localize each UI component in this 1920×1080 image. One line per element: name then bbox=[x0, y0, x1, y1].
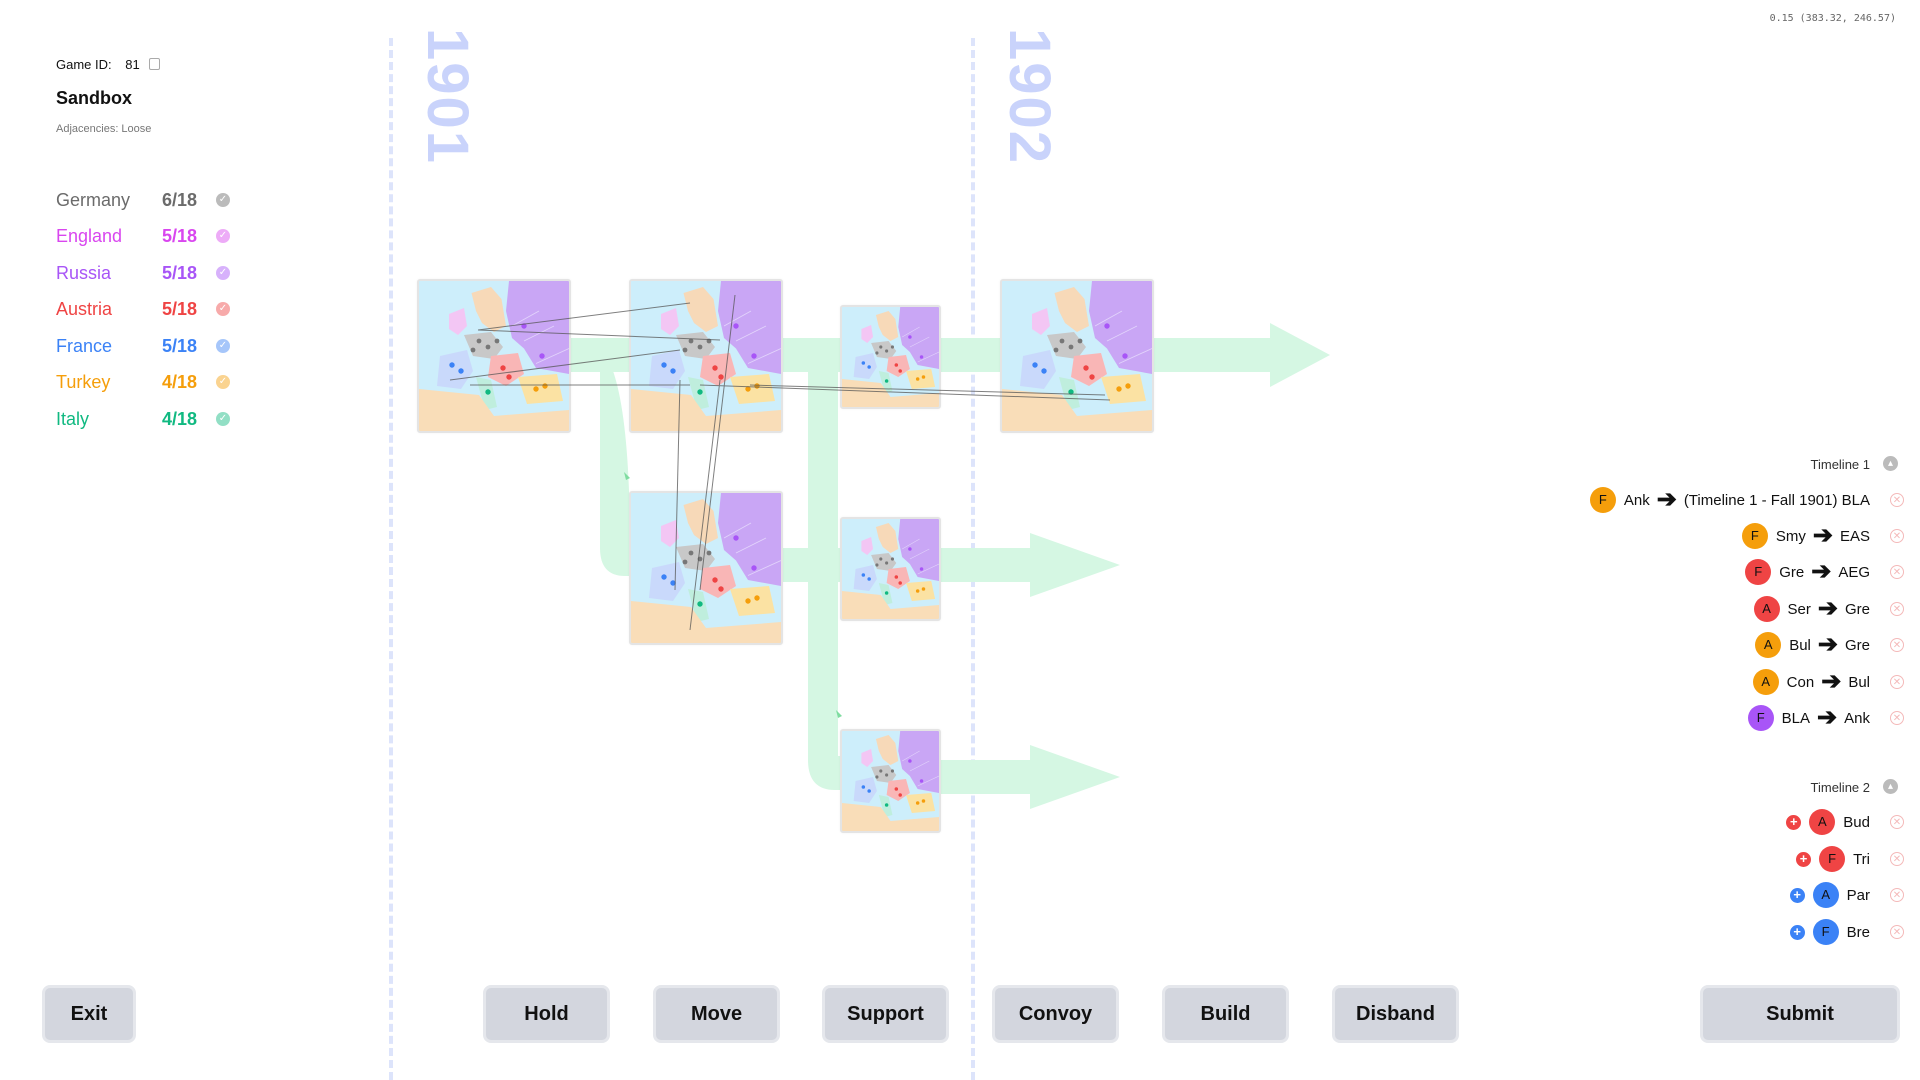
support-button[interactable]: Support bbox=[822, 985, 949, 1043]
order-row: F Smy ➔ EAS ✕ bbox=[1741, 522, 1904, 550]
exit-button[interactable]: Exit bbox=[42, 985, 136, 1043]
board-map-thumbnail[interactable] bbox=[840, 729, 941, 833]
order-from: Gre bbox=[1779, 563, 1805, 581]
flow-branch bbox=[565, 340, 630, 576]
hold-button[interactable]: Hold bbox=[483, 985, 610, 1043]
build-row: + F Bre ✕ bbox=[1789, 918, 1904, 946]
build-location: Tri bbox=[1853, 850, 1870, 868]
order-row: A Con ➔ Bul ✕ bbox=[1752, 668, 1904, 696]
timeline-1-header[interactable]: Timeline 1 ▴ bbox=[1810, 456, 1898, 472]
unit-badge: F bbox=[1812, 919, 1839, 945]
flow-band bbox=[935, 760, 1035, 794]
convoy-button[interactable]: Convoy bbox=[992, 985, 1119, 1043]
timeline-flow bbox=[565, 323, 1330, 809]
arrow-right-icon: ➔ bbox=[1821, 668, 1842, 695]
unit-badge: A bbox=[1753, 596, 1780, 622]
build-location: Bud bbox=[1843, 813, 1870, 831]
plus-circle-icon: + bbox=[1789, 887, 1805, 903]
order-to: EAS bbox=[1839, 527, 1870, 545]
close-circle-icon[interactable]: ✕ bbox=[1890, 602, 1904, 616]
plus-circle-icon: + bbox=[1789, 924, 1805, 940]
arrow-right-icon: ➔ bbox=[1817, 595, 1838, 622]
order-to: Gre bbox=[1844, 636, 1870, 654]
flow-band bbox=[935, 548, 1035, 582]
order-from: Ank bbox=[1623, 491, 1650, 509]
arrow-right-icon: ➔ bbox=[1817, 704, 1838, 731]
order-to: Bul bbox=[1848, 673, 1870, 691]
order-row: F Ank ➔ (Timeline 1 - Fall 1901) BLA ✕ bbox=[1589, 486, 1904, 514]
board-map-thumbnail[interactable] bbox=[840, 305, 941, 409]
order-from: Con bbox=[1786, 673, 1815, 691]
flow-arrowhead bbox=[1030, 745, 1120, 809]
timeline-2-label: Timeline 2 bbox=[1810, 780, 1870, 795]
unit-badge: A bbox=[1809, 809, 1836, 835]
board-map-thumbnail[interactable] bbox=[1000, 279, 1154, 433]
arrow-right-icon: ➔ bbox=[1817, 631, 1838, 658]
unit-badge: F bbox=[1745, 559, 1772, 585]
order-from: Smy bbox=[1775, 527, 1806, 545]
board-map-thumbnail[interactable] bbox=[417, 279, 571, 433]
build-row: + F Tri ✕ bbox=[1796, 845, 1904, 873]
close-circle-icon[interactable]: ✕ bbox=[1890, 852, 1904, 866]
unit-badge: A bbox=[1752, 669, 1779, 695]
disband-button[interactable]: Disband bbox=[1332, 985, 1459, 1043]
close-circle-icon[interactable]: ✕ bbox=[1890, 565, 1904, 579]
board-map-thumbnail[interactable] bbox=[629, 279, 783, 433]
build-location: Par bbox=[1846, 886, 1870, 904]
order-from: BLA bbox=[1781, 709, 1811, 727]
build-button[interactable]: Build bbox=[1162, 985, 1289, 1043]
timeline-1-label: Timeline 1 bbox=[1810, 457, 1870, 472]
order-from: Bul bbox=[1789, 636, 1811, 654]
order-row: A Bul ➔ Gre ✕ bbox=[1755, 631, 1904, 659]
arrow-right-icon: ➔ bbox=[1656, 486, 1677, 513]
close-circle-icon[interactable]: ✕ bbox=[1890, 675, 1904, 689]
flow-band bbox=[935, 338, 1005, 372]
order-row: F Gre ➔ AEG ✕ bbox=[1745, 558, 1904, 586]
build-row: + A Par ✕ bbox=[1789, 881, 1904, 909]
unit-badge: F bbox=[1819, 846, 1846, 872]
chevron-up-icon[interactable]: ▴ bbox=[1883, 456, 1898, 471]
close-circle-icon[interactable]: ✕ bbox=[1890, 925, 1904, 939]
order-to: AEG bbox=[1838, 563, 1870, 581]
build-row: + A Bud ✕ bbox=[1786, 808, 1904, 836]
board-map-thumbnail[interactable] bbox=[840, 517, 941, 621]
unit-badge: A bbox=[1755, 632, 1782, 658]
move-button[interactable]: Move bbox=[653, 985, 780, 1043]
order-row: F BLA ➔ Ank ✕ bbox=[1747, 704, 1904, 732]
plus-circle-icon: + bbox=[1796, 851, 1812, 867]
order-to: Ank bbox=[1844, 709, 1870, 727]
close-circle-icon[interactable]: ✕ bbox=[1890, 529, 1904, 543]
close-circle-icon[interactable]: ✕ bbox=[1890, 815, 1904, 829]
build-location: Bre bbox=[1846, 923, 1870, 941]
unit-badge: F bbox=[1589, 487, 1616, 513]
close-circle-icon[interactable]: ✕ bbox=[1890, 888, 1904, 902]
chevron-up-icon[interactable]: ▴ bbox=[1883, 779, 1898, 794]
flow-band bbox=[1145, 338, 1275, 372]
close-circle-icon[interactable]: ✕ bbox=[1890, 493, 1904, 507]
plus-circle-icon: + bbox=[1786, 814, 1802, 830]
unit-badge: F bbox=[1741, 523, 1768, 549]
order-to: (Timeline 1 - Fall 1901) BLA bbox=[1683, 491, 1870, 509]
timeline-2-header[interactable]: Timeline 2 ▴ bbox=[1810, 779, 1898, 795]
order-row: A Ser ➔ Gre ✕ bbox=[1753, 595, 1904, 623]
order-to: Gre bbox=[1844, 600, 1870, 618]
arrow-right-icon: ➔ bbox=[1811, 558, 1832, 585]
order-from: Ser bbox=[1787, 600, 1811, 618]
close-circle-icon[interactable]: ✕ bbox=[1890, 711, 1904, 725]
unit-badge: A bbox=[1812, 882, 1839, 908]
arrow-right-icon: ➔ bbox=[1812, 522, 1833, 549]
close-circle-icon[interactable]: ✕ bbox=[1890, 638, 1904, 652]
unit-badge: F bbox=[1747, 705, 1774, 731]
board-map-thumbnail[interactable] bbox=[629, 491, 783, 645]
flow-arrowhead bbox=[1030, 533, 1120, 597]
flow-arrowhead bbox=[1270, 323, 1330, 387]
submit-button[interactable]: Submit bbox=[1700, 985, 1900, 1043]
